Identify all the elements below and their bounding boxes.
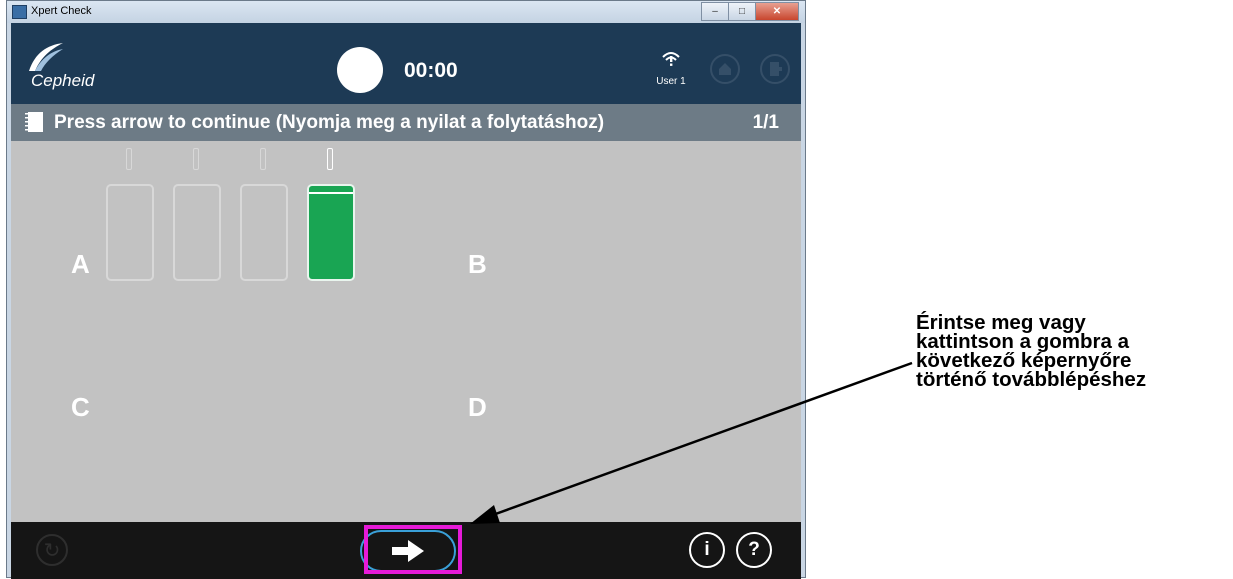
callout-arrow bbox=[470, 361, 913, 524]
callout-text: Érintse meg vagy kattintson a gombra a k… bbox=[916, 312, 1226, 391]
callout-line-4: történő továbblépéshez bbox=[916, 368, 1147, 391]
